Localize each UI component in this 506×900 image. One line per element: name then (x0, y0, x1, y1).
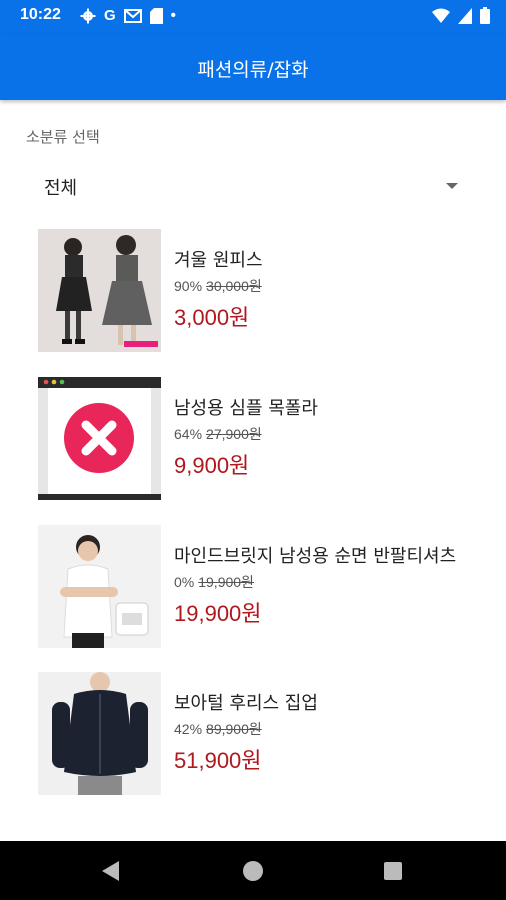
product-name: 마인드브릿지 남성용 순면 반팔티셔츠 (174, 546, 457, 567)
product-original-price: 89,900원 (206, 721, 262, 737)
signal-icon (458, 7, 472, 24)
product-item[interactable]: 마인드브릿지 남성용 순면 반팔티셔츠 0% 19,900원 19,900원 (38, 525, 478, 649)
subcategory-dropdown[interactable]: 전체 (26, 164, 466, 208)
battery-icon (480, 7, 490, 24)
product-image (38, 525, 161, 648)
product-item[interactable]: 겨울 원피스 90% 30,000원 3,000원 (38, 229, 478, 353)
google-icon: G (104, 7, 116, 24)
subcategory-selected-value: 전체 (44, 178, 78, 199)
product-item[interactable]: 보아털 후리스 집업 42% 89,900원 51,900원 (38, 672, 478, 796)
system-navigation-bar (0, 841, 506, 900)
product-name: 남성용 심플 목폴라 (174, 398, 318, 419)
settings-icon (80, 8, 96, 24)
product-name: 보아털 후리스 집업 (174, 693, 318, 714)
product-price: 3,000원 (174, 305, 250, 330)
product-original-price: 30,000원 (206, 278, 262, 294)
home-icon[interactable] (243, 861, 263, 881)
product-info: 보아털 후리스 집업 42% 89,900원 51,900원 (174, 690, 474, 775)
dot-icon: • (170, 7, 176, 24)
dropdown-arrow-icon (446, 183, 458, 189)
gmail-icon (123, 9, 142, 23)
product-image (38, 377, 161, 500)
product-discount: 64% (174, 426, 203, 442)
product-price: 19,900원 (174, 601, 262, 626)
product-original-price: 27,900원 (206, 426, 262, 442)
product-discount-row: 42% 89,900원 (174, 719, 474, 739)
subcategory-label: 소분류 선택 (26, 128, 100, 146)
sd-card-icon (149, 8, 163, 24)
product-info: 마인드브릿지 남성용 순면 반팔티셔츠 0% 19,900원 19,900원 (174, 543, 474, 628)
product-info: 겨울 원피스 90% 30,000원 3,000원 (174, 247, 474, 332)
recent-apps-icon[interactable] (384, 862, 402, 880)
page-title: 패션의류/잡화 (197, 59, 309, 81)
product-info: 남성용 심플 목폴라 64% 27,900원 9,900원 (174, 395, 474, 480)
product-price: 51,900원 (174, 748, 262, 773)
status-time: 10:22 (20, 6, 61, 23)
product-image (38, 672, 161, 795)
product-discount-row: 0% 19,900원 (174, 572, 474, 592)
product-discount: 42% (174, 721, 203, 737)
product-discount-row: 64% 27,900원 (174, 424, 474, 444)
product-discount: 90% (174, 278, 203, 294)
product-price: 9,900원 (174, 453, 250, 478)
wifi-icon (432, 8, 450, 23)
back-icon[interactable] (102, 861, 119, 881)
status-bar: 10:22 G • (0, 0, 506, 34)
product-item[interactable]: 남성용 심플 목폴라 64% 27,900원 9,900원 (38, 377, 478, 501)
product-original-price: 19,900원 (198, 574, 254, 590)
product-discount: 0% (174, 574, 195, 590)
product-discount-row: 90% 30,000원 (174, 276, 474, 296)
status-system-icons (432, 7, 490, 24)
product-name: 겨울 원피스 (174, 250, 263, 271)
app-bar: 패션의류/잡화 (0, 34, 506, 100)
status-notification-icons: G • (80, 7, 176, 25)
product-image (38, 229, 161, 352)
